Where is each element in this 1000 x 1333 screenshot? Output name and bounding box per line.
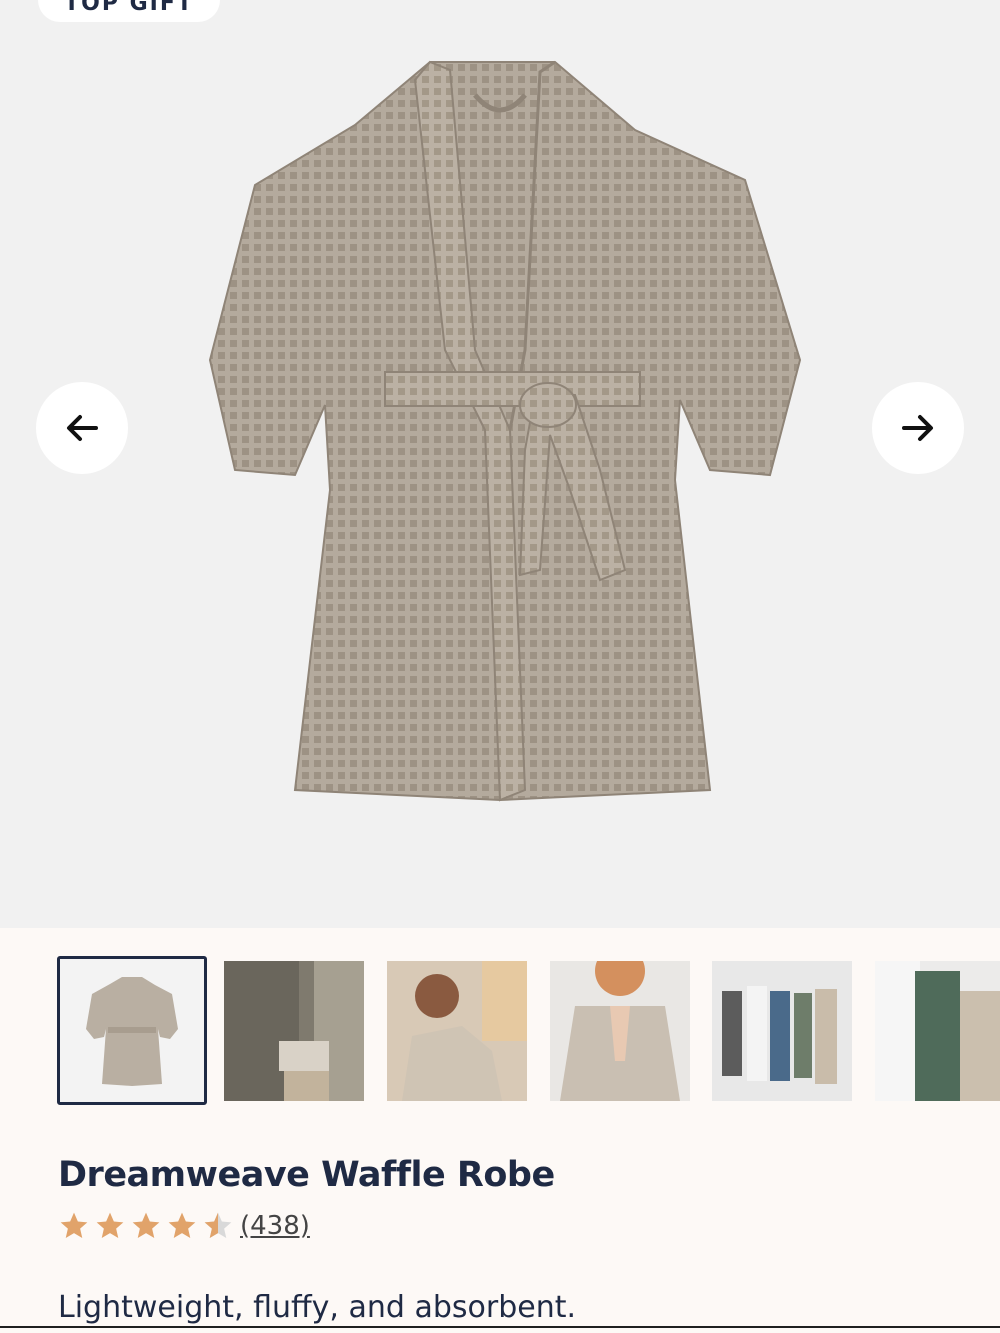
thumbnail-5[interactable] (712, 961, 852, 1101)
product-main-image (208, 60, 802, 802)
star-full-icon (168, 1212, 196, 1238)
divider (0, 1326, 1000, 1328)
product-image-gallery: TOP GIFT (0, 0, 1000, 928)
thumbnail-1-selected[interactable] (57, 956, 207, 1105)
thumbnail-4[interactable] (550, 961, 690, 1101)
arrow-left-icon (67, 415, 98, 441)
product-rating[interactable]: (438) (58, 1210, 310, 1242)
star-full-icon (132, 1212, 160, 1238)
next-image-button[interactable] (872, 382, 964, 474)
review-count-link[interactable]: (438) (240, 1211, 310, 1241)
star-full-icon (96, 1212, 124, 1238)
product-title: Dreamweave Waffle Robe (58, 1155, 555, 1195)
previous-image-button[interactable] (36, 382, 128, 474)
thumbnail-strip (0, 928, 1000, 1118)
arrow-right-icon (902, 415, 933, 441)
product-description: Lightweight, fluffy, and absorbent. (58, 1290, 577, 1325)
star-full-icon (60, 1212, 88, 1238)
thumbnail-6[interactable] (875, 961, 1000, 1101)
star-rating (58, 1210, 234, 1242)
thumbnail-2[interactable] (224, 961, 364, 1101)
top-gift-badge: TOP GIFT (38, 0, 220, 22)
thumbnail-3[interactable] (387, 961, 527, 1101)
star-half-icon (204, 1212, 232, 1238)
